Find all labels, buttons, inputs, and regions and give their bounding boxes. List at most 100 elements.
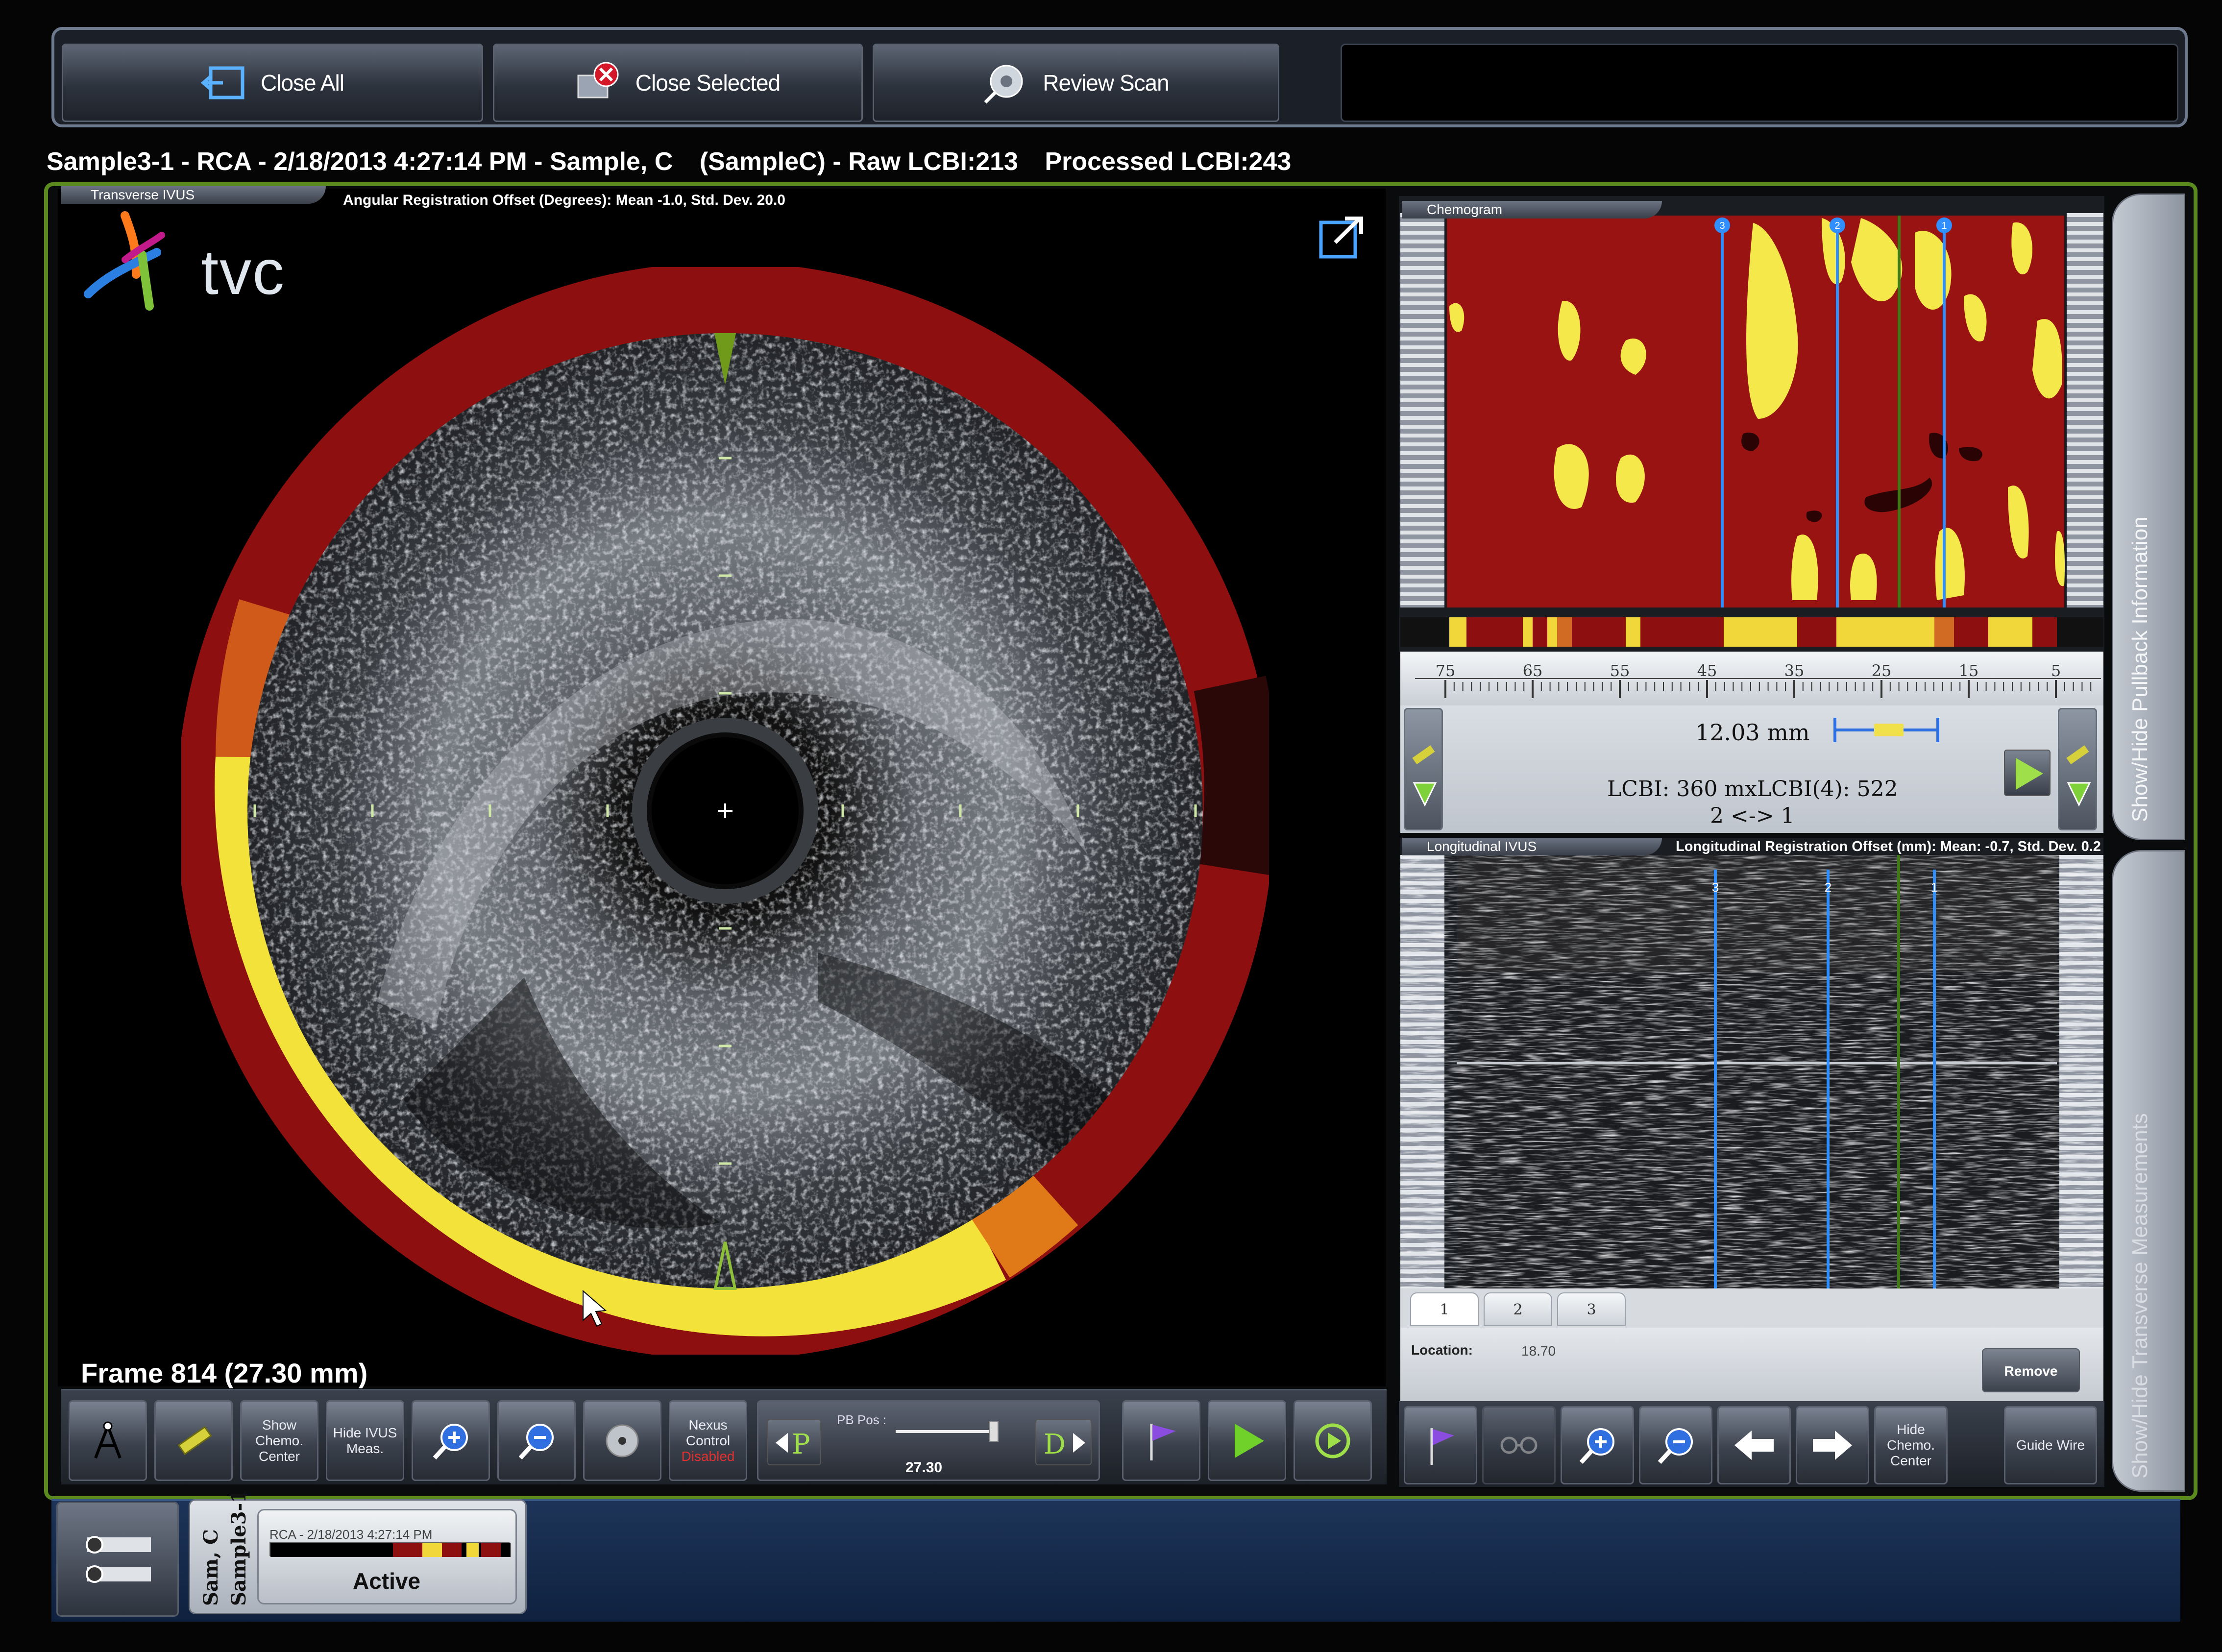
ruler-tick-label: 55 — [1610, 661, 1630, 680]
pullback-info-toggle[interactable]: Show/Hide Pullback Information — [2112, 194, 2185, 840]
guide-wire-button[interactable]: Guide Wire — [2004, 1406, 2097, 1484]
zoom-in-icon — [433, 1423, 468, 1459]
ruler-tick-label: 35 — [1784, 661, 1805, 680]
center-button[interactable] — [583, 1400, 661, 1481]
hide-chemo-center-button[interactable]: Hide Chemo. Center — [1874, 1406, 1948, 1484]
zoom-out-icon — [518, 1423, 554, 1459]
longitudinal-ivus-image[interactable]: 3 2 1 — [1400, 855, 2103, 1288]
scan-list-button[interactable] — [56, 1502, 179, 1617]
pb-pos-slider[interactable] — [896, 1430, 994, 1433]
transverse-toolbar: Show Chemo. Center Hide IVUS Meas. Nexus… — [61, 1389, 1387, 1484]
bookmark-flag-button[interactable] — [1404, 1406, 1477, 1484]
review-scan-icon — [983, 61, 1032, 105]
arrow-right-icon — [1813, 1431, 1852, 1460]
raw-lcbi: (SampleC) - Raw LCBI:213 — [699, 147, 1018, 176]
longitudinal-marker-2: 2 — [1825, 880, 1831, 895]
scan-header: Sample3-1 - RCA - 2/18/2013 4:27:14 PM -… — [47, 147, 1311, 176]
glasses-button[interactable] — [1482, 1406, 1556, 1484]
caliper-tool-button[interactable] — [69, 1400, 147, 1481]
measurement-tab-3[interactable]: 3 — [1557, 1292, 1626, 1326]
nexus-status: Disabled — [681, 1448, 735, 1464]
measurement-play-button[interactable] — [2004, 750, 2051, 796]
arrow-left-icon — [1734, 1431, 1774, 1460]
transverse-ivus-image[interactable] — [181, 267, 1269, 1355]
transverse-ivus-tab: Transverse IVUS — [61, 186, 326, 204]
session-status: Active — [353, 1568, 421, 1594]
nexus-control-button[interactable]: Nexus Control Disabled — [669, 1400, 747, 1481]
zoom-in-icon — [1579, 1428, 1614, 1464]
measurement-bracket — [1833, 718, 1939, 742]
session-scan: Sample3-1 — [227, 1489, 250, 1606]
ruler-icon — [177, 1426, 212, 1455]
down-arrow-icon — [2066, 745, 2091, 807]
close-selected-button[interactable]: Close Selected — [493, 44, 863, 122]
location-value: 18.70 — [1521, 1343, 1556, 1359]
chemogram-marker-1: 1 — [1941, 220, 1947, 231]
target-icon — [606, 1424, 639, 1457]
pb-pos-value: 27.30 — [905, 1459, 943, 1476]
chemogram-marker-3: 3 — [1719, 220, 1725, 231]
longitudinal-marker-3: 3 — [1712, 880, 1719, 895]
show-chemo-center-button[interactable]: Show Chemo. Center — [240, 1400, 318, 1481]
zoom-out-button[interactable] — [497, 1400, 576, 1481]
pullback-info-label: Show/Hide Pullback Information — [2128, 516, 2152, 822]
session-date: RCA - 2/18/2013 4:27:14 PM — [269, 1527, 433, 1542]
hide-ivus-meas-button[interactable]: Hide IVUS Meas. — [326, 1400, 404, 1481]
close-all-button[interactable]: Close All — [62, 44, 483, 122]
expand-icon[interactable] — [1318, 216, 1365, 260]
ruler-scale: 75 65 55 45 35 25 15 5 — [1415, 661, 2101, 698]
transverse-measurements-toggle[interactable]: Show/Hide Transverse Measurements — [2112, 850, 2185, 1492]
down-arrow-icon — [1412, 745, 1437, 807]
caliper-icon — [94, 1421, 122, 1458]
play-icon — [1235, 1423, 1264, 1458]
toolbar-empty-slot — [1341, 44, 2178, 122]
processed-lcbi: Processed LCBI:243 — [1045, 147, 1292, 176]
measurement-tab-1[interactable]: 1 — [1410, 1292, 1479, 1326]
loop-play-button[interactable] — [1294, 1400, 1372, 1481]
proximal-button[interactable]: P — [767, 1419, 821, 1465]
flag-icon — [1430, 1428, 1454, 1465]
play-button[interactable] — [1208, 1400, 1286, 1481]
pb-pos-label: PB Pos : — [837, 1412, 887, 1427]
top-toolbar: Close All Close Selected Review Scan — [51, 27, 2188, 127]
longitudinal-marker-1: 1 — [1931, 880, 1938, 895]
previous-button[interactable] — [1717, 1406, 1791, 1484]
bookmark-flag-button[interactable] — [1122, 1400, 1200, 1481]
pullback-position-control: P PB Pos : 27.30 D — [757, 1400, 1100, 1481]
session-patient: Sam, C — [199, 1529, 222, 1606]
marker-pair: 2 <-> 1 — [1710, 803, 1795, 828]
distal-button[interactable]: D — [1035, 1419, 1092, 1465]
review-scan-button[interactable]: Review Scan — [873, 44, 1279, 122]
lcbi-readout: LCBI: 360 mxLCBI(4): 522 — [1607, 777, 1898, 802]
loop-play-icon — [1315, 1423, 1350, 1458]
zoom-in-button[interactable] — [1561, 1406, 1634, 1484]
close-selected-icon — [576, 61, 625, 105]
close-all-icon — [200, 61, 250, 105]
measurement-tabs: 1 2 3 — [1400, 1288, 2103, 1328]
measurement-length: 12.03 mm — [1695, 719, 1810, 746]
left-scroll-button[interactable] — [1404, 708, 1443, 830]
longitudinal-toolbar: Hide Chemo. Center Guide Wire — [1399, 1401, 2104, 1487]
longitudinal-offset-text: Longitudinal Registration Offset (mm): M… — [1676, 839, 2101, 854]
zoom-out-button[interactable] — [1639, 1406, 1712, 1484]
ruler-tool-button[interactable] — [154, 1400, 233, 1481]
glasses-icon — [1500, 1436, 1538, 1454]
zoom-out-icon — [1658, 1428, 1693, 1464]
right-scroll-button[interactable] — [2058, 708, 2097, 830]
chemogram-marker-2: 2 — [1834, 220, 1840, 231]
remove-button[interactable]: Remove — [1982, 1348, 2080, 1392]
chemogram-image[interactable]: 3 2 1 — [1400, 213, 2103, 654]
pb-pos-slider-handle[interactable] — [989, 1421, 999, 1442]
session-chemogram-strip — [269, 1542, 511, 1557]
scan-title: Sample3-1 - RCA - 2/18/2013 4:27:14 PM -… — [47, 147, 673, 176]
zoom-in-button[interactable] — [412, 1400, 490, 1481]
measurement-tab-2[interactable]: 2 — [1484, 1292, 1552, 1326]
scan-list-icon — [86, 1536, 151, 1583]
chemogram-tab: Chemogram — [1402, 201, 1662, 219]
ruler-tick-label: 75 — [1436, 661, 1456, 680]
ruler-tick-label: 65 — [1523, 661, 1543, 680]
ruler-tick-label: 25 — [1872, 661, 1892, 680]
next-button[interactable] — [1796, 1406, 1869, 1484]
angular-offset-text: Angular Registration Offset (Degrees): M… — [343, 192, 785, 208]
flag-icon — [1150, 1423, 1176, 1460]
